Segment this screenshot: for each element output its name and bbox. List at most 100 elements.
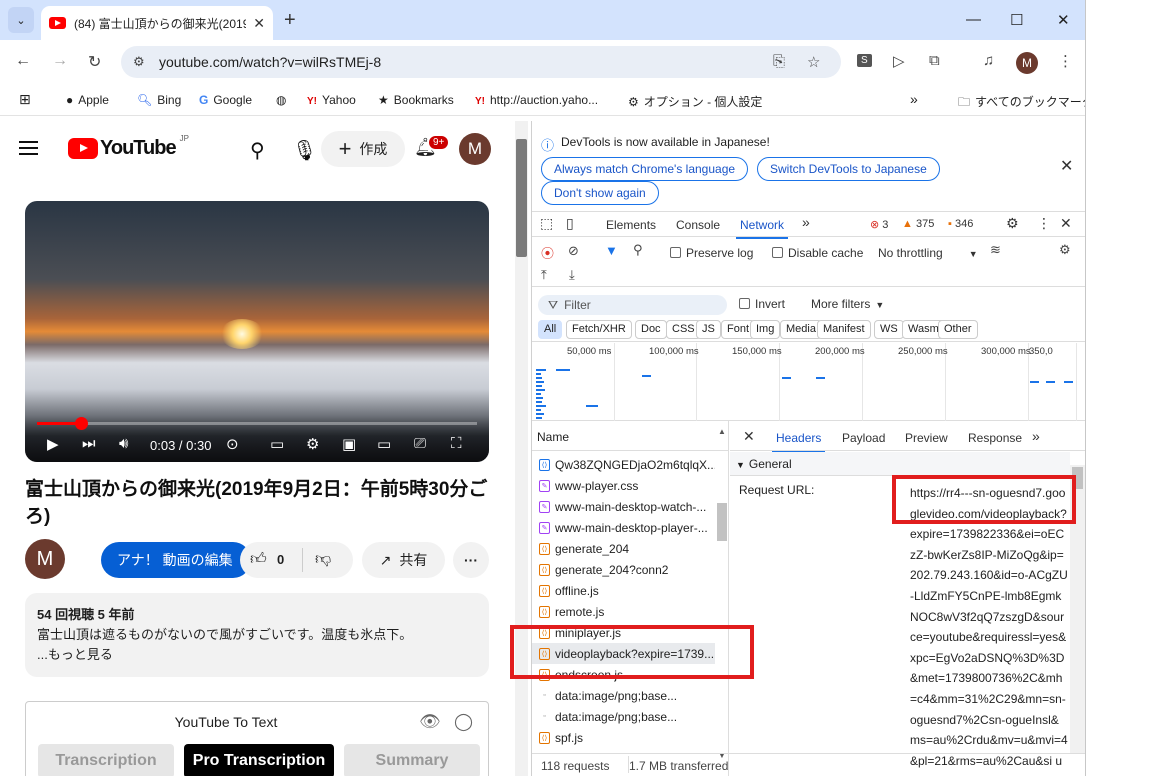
chip-manifest[interactable]: Manifest (817, 320, 871, 339)
request-row[interactable]: ⟨⟩ remote.js (532, 601, 715, 622)
minimize-icon[interactable]: — (966, 11, 981, 28)
name-column-header[interactable]: Name (532, 421, 729, 451)
fullscreen-icon[interactable]: ⛶ (451, 435, 462, 452)
request-list-scrollbar[interactable] (716, 455, 728, 743)
switch-to-japanese-button[interactable]: Switch DevTools to Japanese (757, 157, 940, 181)
request-list-scroll-thumb[interactable] (717, 503, 727, 541)
chip-img[interactable]: Img (750, 320, 781, 339)
eye-icon[interactable]: 👁︎ (419, 712, 441, 732)
page-scroll-thumb[interactable] (516, 139, 527, 257)
chip-js[interactable]: JS (696, 320, 721, 339)
youtube-logo[interactable]: YouTube JP (68, 134, 189, 160)
invert-checkbox[interactable]: Invert (739, 297, 785, 311)
chip-doc[interactable]: Doc (635, 320, 667, 339)
install-app-icon[interactable]: ⎘ (773, 53, 785, 70)
user-icon[interactable]: ◯ (454, 712, 473, 732)
dislike-thumb-icon[interactable]: 👎︎ (315, 550, 331, 569)
chrome-menu-icon[interactable]: ⋮ (1058, 52, 1073, 70)
request-row[interactable]: ✎ www-main-desktop-watch-... (532, 496, 715, 517)
more-filters-dropdown[interactable]: More filters ▼ (811, 297, 884, 311)
tab-search-button[interactable]: ⌄ (8, 7, 34, 33)
warnings-count[interactable]: ▲ 375 (902, 218, 934, 230)
bookmark-star-icon[interactable]: ☆ (807, 53, 820, 71)
filter-funnel-icon[interactable]: ▼ (605, 243, 618, 258)
preserve-log-checkbox[interactable]: Preserve log (670, 246, 753, 260)
tab-console[interactable]: Console (676, 218, 720, 232)
request-url-value[interactable]: https://rr4---sn-oguesnd7.googlevideo.co… (910, 483, 1068, 776)
devtools-settings-icon[interactable]: ⚙ (1006, 215, 1019, 232)
create-button[interactable]: + 作成 (321, 131, 405, 167)
share-button[interactable]: ↗ 共有 (362, 542, 445, 578)
network-overview-timeline[interactable]: 50,000 ms 100,000 ms 150,000 ms 200,000 ms 2… (532, 343, 1085, 421)
more-bookmarks-icon[interactable]: » (910, 91, 918, 107)
pro-transcription-button[interactable]: Pro Transcription (184, 744, 334, 776)
more-actions-button[interactable]: ··· (453, 542, 489, 578)
general-section-header[interactable]: ▼ General (730, 452, 1070, 476)
bookmark-globe[interactable]: ◍ (276, 93, 291, 107)
theater-mode-icon[interactable]: ▭ (377, 435, 391, 453)
chip-ws[interactable]: WS (874, 320, 904, 339)
volume-icon[interactable]: 🔊︎ (119, 435, 128, 452)
forward-icon[interactable]: → (52, 52, 68, 70)
record-stop-icon[interactable]: ⦿ (541, 243, 554, 262)
close-infobar-icon[interactable]: ✕ (1060, 156, 1073, 176)
inspect-element-icon[interactable]: ⬚ (540, 215, 553, 232)
progress-bar[interactable] (37, 417, 477, 430)
request-row[interactable]: ⟨⟩ offline.js (532, 580, 715, 601)
tab-network[interactable]: Network (735, 218, 789, 239)
close-tab-icon[interactable]: ✕ (253, 15, 265, 32)
next-icon[interactable]: ⏭ (82, 435, 96, 452)
show-more-link[interactable]: ...もっと見る (37, 645, 477, 665)
progress-scrubber[interactable] (75, 417, 88, 430)
disable-cache-checkbox[interactable]: Disable cache (772, 246, 863, 260)
tab-response[interactable]: Response (968, 431, 1022, 445)
maximize-icon[interactable]: ☐ (1010, 11, 1023, 29)
tab-elements[interactable]: Elements (606, 218, 656, 232)
autoplay-toggle-icon[interactable]: ⊙ (226, 435, 239, 453)
channel-avatar[interactable]: M (25, 539, 65, 579)
new-tab-button[interactable]: + (284, 9, 296, 32)
request-row[interactable]: ✎ www-player.css (532, 475, 715, 496)
all-bookmarks[interactable]: 🗀 すべてのブックマーク (958, 93, 1085, 114)
menu-hamburger-icon[interactable] (19, 141, 38, 155)
description-box[interactable]: 54 回視聴 5 年前 富士山頂は遮るものがないので風がすごいです。温度も氷点下… (25, 593, 489, 677)
bookmark-bing[interactable]: 🔍︎ Bing (137, 93, 181, 107)
bookmark-auction[interactable]: Y! http://auction.yaho... (475, 93, 598, 107)
chip-media[interactable]: Media (780, 320, 822, 339)
window-close-icon[interactable]: ✕ (1057, 11, 1070, 29)
errors-count[interactable]: ⊗ 3 (870, 218, 888, 231)
settings-gear-icon[interactable]: ⚙ (306, 435, 319, 453)
extensions-puzzle-icon[interactable]: ⧉ (929, 52, 940, 69)
export-har-icon[interactable]: ⤓ (569, 267, 575, 283)
cast-icon[interactable]: ⎚ (414, 435, 426, 452)
miniplayer-icon[interactable]: ▣ (342, 435, 356, 453)
more-detail-tabs-icon[interactable]: » (1032, 428, 1040, 444)
close-detail-icon[interactable]: ✕ (743, 428, 755, 445)
device-toolbar-icon[interactable]: ▯ (566, 215, 574, 232)
request-row[interactable]: ▫ data:image/png;base... (532, 685, 715, 706)
filter-input[interactable]: ⛛ Filter (538, 295, 727, 315)
devtools-menu-icon[interactable]: ⋮ (1037, 215, 1051, 232)
bookmark-yahoo[interactable]: Y! Yahoo (307, 93, 356, 107)
close-devtools-icon[interactable]: ✕ (1060, 215, 1072, 232)
account-avatar[interactable]: M (459, 133, 491, 165)
search-icon[interactable]: ⚲ (250, 138, 265, 163)
subtitles-icon[interactable]: ▭ (270, 435, 284, 453)
profile-avatar[interactable]: M (1016, 52, 1038, 74)
request-row[interactable]: ⟨⟩ generate_204?conn2 (532, 559, 715, 580)
tab-preview[interactable]: Preview (905, 431, 948, 445)
bookmark-google[interactable]: G Google (199, 93, 252, 107)
chip-fetchxhr[interactable]: Fetch/XHR (566, 320, 632, 339)
request-row[interactable]: ⟨⟩ spf.js (532, 727, 715, 748)
microphone-icon[interactable]: 🎙︎ (292, 138, 317, 163)
back-icon[interactable]: ← (15, 52, 31, 70)
request-row[interactable]: ✎ www-main-desktop-player-... (532, 517, 715, 538)
always-match-language-button[interactable]: Always match Chrome's language (541, 157, 749, 181)
network-conditions-icon[interactable]: ≋ (990, 242, 1001, 258)
import-har-icon[interactable]: ⤒ (541, 267, 547, 283)
reload-icon[interactable]: ↻ (88, 52, 101, 72)
bookmark-options[interactable]: ⚙ オプション - 個人設定 (628, 93, 762, 110)
tab-payload[interactable]: Payload (842, 431, 885, 445)
bookmark-bookmarks[interactable]: ★ Bookmarks (378, 93, 454, 107)
issues-count[interactable]: ▪ 346 (948, 218, 973, 230)
